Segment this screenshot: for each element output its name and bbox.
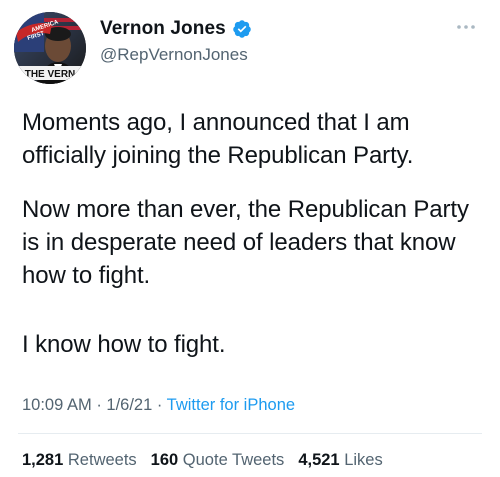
tweet-date[interactable]: 1/6/21 — [106, 396, 152, 414]
tweet-time[interactable]: 10:09 AM — [22, 396, 92, 414]
tweet-text-paragraph: Now more than ever, the Republican Party… — [22, 196, 469, 289]
tweet-text-paragraph: Moments ago, I announced that I am offic… — [22, 109, 414, 169]
user-handle[interactable]: @RepVernonJones — [100, 45, 252, 65]
quote-tweets-count: 160 — [150, 451, 179, 469]
likes-count: 4,521 — [298, 451, 340, 469]
tweet: THE VERN AMERICA FIRST Vernon Jones @Rep… — [0, 0, 500, 477]
engagement-stats: 1,281 Retweets 160 Quote Tweets 4,521 Li… — [22, 451, 383, 470]
more-options-icon[interactable] — [454, 20, 478, 34]
retweets-count: 1,281 — [22, 451, 64, 469]
tweet-source-link[interactable]: Twitter for iPhone — [167, 396, 295, 414]
likes-label: Likes — [344, 451, 383, 469]
display-name: Vernon Jones — [100, 18, 226, 39]
display-name-link[interactable]: Vernon Jones — [100, 18, 252, 40]
verified-badge-icon — [232, 19, 252, 39]
meta-separator: · — [96, 396, 102, 414]
quote-tweets-label: Quote Tweets — [182, 451, 285, 469]
user-info: Vernon Jones @RepVernonJones — [100, 18, 252, 65]
svg-text:THE VERN: THE VERN — [25, 69, 76, 80]
tweet-metadata: 10:09 AM · 1/6/21 · Twitter for iPhone — [22, 396, 295, 415]
retweets-label: Retweets — [67, 451, 137, 469]
tweet-text-paragraph: I know how to fight. — [22, 331, 226, 358]
avatar-image: THE VERN AMERICA FIRST — [14, 12, 86, 84]
quote-tweets-stat[interactable]: 160 Quote Tweets — [151, 451, 285, 470]
divider — [18, 433, 482, 434]
meta-separator: · — [156, 396, 163, 414]
retweets-stat[interactable]: 1,281 Retweets — [22, 451, 137, 470]
avatar[interactable]: THE VERN AMERICA FIRST — [14, 12, 86, 84]
likes-stat[interactable]: 4,521 Likes — [298, 451, 382, 470]
